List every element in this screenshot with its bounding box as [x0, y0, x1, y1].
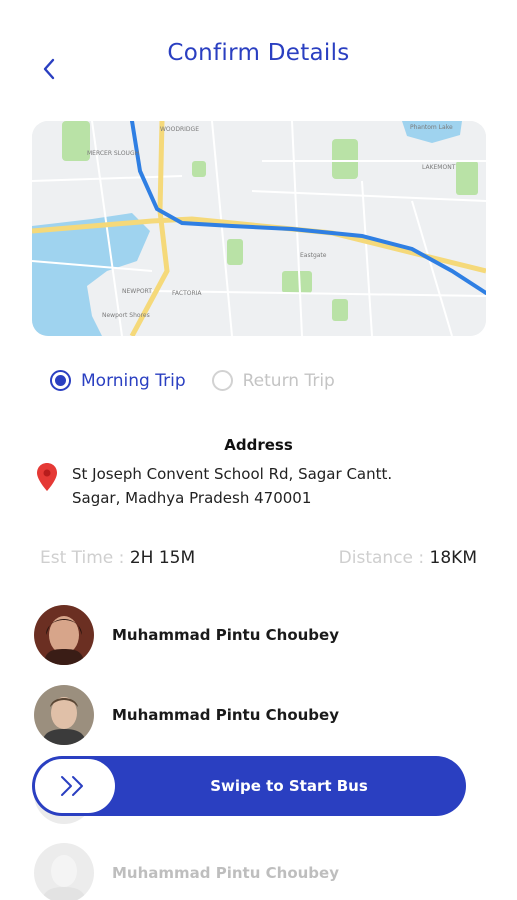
- distance-value: 18KM: [429, 548, 477, 568]
- park-area: [227, 239, 243, 265]
- map-label: WOODRIDGE: [160, 126, 199, 133]
- park-area: [282, 271, 312, 293]
- park-area: [332, 299, 348, 321]
- map-label: LAKEMONT: [422, 164, 456, 171]
- avatar: [34, 843, 94, 900]
- park-area: [456, 161, 478, 195]
- map-label: MERCER SLOUGH: [87, 150, 139, 157]
- route-map[interactable]: MERCER SLOUGH WOODRIDGE Eastgate NEWPORT…: [32, 121, 486, 336]
- map-label: Eastgate: [300, 252, 327, 259]
- est-time-value: 2H 15M: [129, 548, 196, 568]
- swipe-handle[interactable]: [35, 759, 115, 813]
- passenger-name: Muhammad Pintu Choubey: [112, 706, 339, 724]
- passenger-item[interactable]: Muhammad Pintu Choubey: [34, 685, 339, 745]
- address-heading: Address: [224, 436, 293, 454]
- park-area: [332, 139, 358, 179]
- morning-trip-label: Morning Trip: [81, 370, 186, 391]
- passenger-item[interactable]: Muhammad Pintu Choubey: [34, 843, 339, 900]
- park-area: [192, 161, 206, 177]
- map-label: FACTORIA: [172, 290, 202, 297]
- location-pin-icon: [37, 463, 57, 491]
- avatar: [34, 605, 94, 665]
- park-area: [62, 121, 90, 161]
- distance: Distance : 18KM: [339, 548, 477, 568]
- return-trip-radio[interactable]: Return Trip: [211, 370, 335, 391]
- page-title: Confirm Details: [167, 40, 350, 66]
- map-canvas: MERCER SLOUGH WOODRIDGE Eastgate NEWPORT…: [32, 121, 486, 336]
- address-line-2: Sagar, Madhya Pradesh 470001: [72, 489, 312, 507]
- map-label: Newport Shores: [102, 312, 150, 319]
- swipe-to-start-button[interactable]: Swipe to Start Bus: [32, 756, 466, 816]
- address-line-1: St Joseph Convent School Rd, Sagar Cantt…: [72, 465, 393, 483]
- passenger-name: Muhammad Pintu Choubey: [112, 626, 339, 644]
- distance-label: Distance :: [338, 548, 430, 568]
- double-chevron-right-icon: [61, 776, 83, 796]
- est-time-label: Est Time :: [40, 548, 130, 568]
- trip-type-selector: Morning Trip Return Trip: [50, 370, 335, 391]
- radio-unselected-icon: [211, 370, 233, 391]
- passenger-name: Muhammad Pintu Choubey: [112, 864, 339, 882]
- radio-selected-icon: [50, 370, 71, 391]
- map-label: NEWPORT: [122, 288, 152, 295]
- map-label: Phantom Lake: [410, 124, 453, 131]
- avatar: [34, 685, 94, 745]
- return-trip-label: Return Trip: [242, 370, 335, 391]
- estimated-time: Est Time : 2H 15M: [40, 548, 195, 568]
- passenger-item[interactable]: Muhammad Pintu Choubey: [34, 605, 339, 665]
- swipe-label: Swipe to Start Bus: [210, 777, 368, 795]
- morning-trip-radio[interactable]: Morning Trip: [50, 370, 186, 391]
